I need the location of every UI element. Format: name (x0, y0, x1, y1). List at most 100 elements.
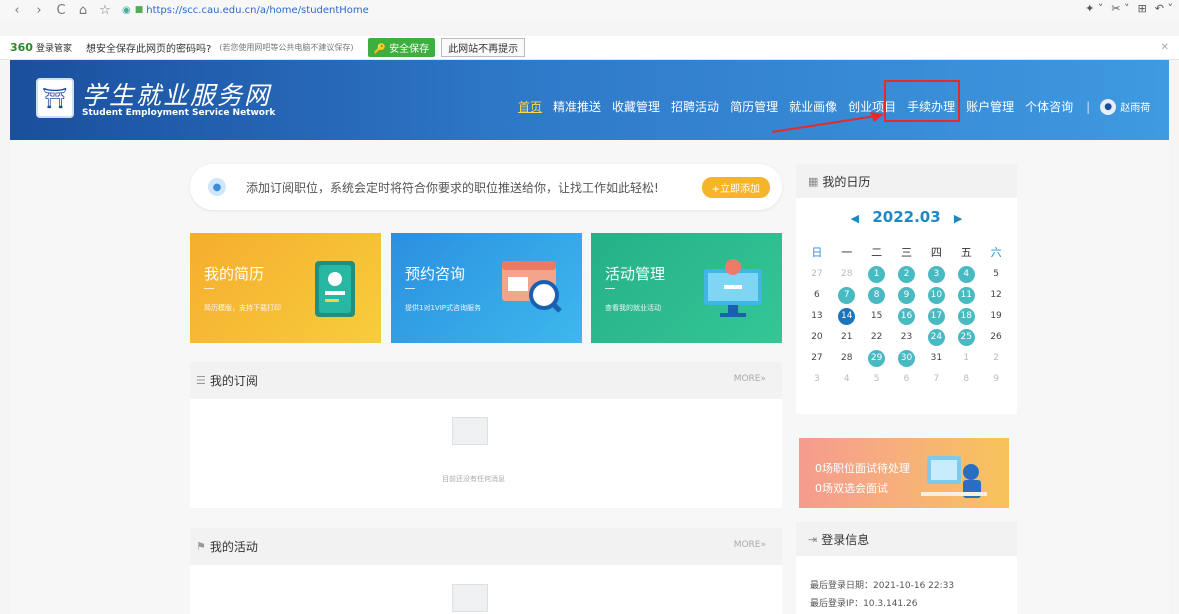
calendar-day[interactable]: 7 (832, 287, 862, 304)
calendar-day[interactable]: 21 (832, 329, 862, 346)
close-icon[interactable]: ✕ (1161, 42, 1169, 53)
calendar-day[interactable]: 2 (981, 350, 1011, 367)
home-icon[interactable]: ⌂ (72, 0, 94, 20)
menu-item-consult[interactable]: 个体咨询 (1025, 98, 1073, 115)
next-month-button[interactable]: ▶ (954, 212, 962, 225)
calendar-day[interactable]: 4 (832, 371, 862, 388)
calendar-day[interactable]: 24 (921, 329, 951, 346)
calendar-day[interactable]: 8 (951, 371, 981, 388)
calendar-day-number: 1 (963, 353, 970, 363)
menu-item-favorites[interactable]: 收藏管理 (612, 98, 660, 115)
weekday-label: 五 (960, 246, 972, 259)
calendar-day[interactable]: 26 (981, 329, 1011, 346)
safe-save-button[interactable]: 🔑 安全保存 (367, 38, 436, 57)
subscription-banner: ● 添加订阅职位，系统会定时将符合你要求的职位推送给你，让找工作如此轻松! +立… (190, 164, 782, 210)
calendar-day[interactable]: 5 (862, 371, 892, 388)
menu-item-precise-push[interactable]: 精准推送 (553, 98, 601, 115)
avatar[interactable]: ● (1100, 98, 1117, 115)
calendar-month-nav: ◀ 2022.03 ▶ (796, 208, 1017, 226)
calendar-day[interactable]: 30 (892, 350, 922, 367)
calendar-day[interactable]: 28 (832, 350, 862, 367)
calendar-day[interactable]: 3 (921, 266, 951, 283)
calendar-day[interactable]: 16 (892, 308, 922, 325)
calendar-day[interactable]: 13 (802, 308, 832, 325)
card-title: 我的简历 (204, 265, 265, 283)
more-link[interactable]: MORE» (734, 540, 766, 550)
calendar-day[interactable]: 29 (862, 350, 892, 367)
panel-header: ☰ 我的订阅 MORE» (190, 362, 782, 399)
calendar-day-number: 11 (957, 287, 975, 304)
university-emblem-icon: ⛩ (36, 78, 74, 118)
calendar-day-number: 8 (868, 287, 886, 304)
calendar-grid: 日一二三四五六 27 28 1 2 3 4 5 6 7 8 9 10 11 12 13 14 15 16 17 18 19… (802, 244, 1011, 388)
calendar-day[interactable]: 9 (892, 287, 922, 304)
location-pin-icon: ● (208, 178, 226, 196)
card-title: 预约咨询 (405, 265, 466, 283)
login-icon: ⇥ (808, 532, 818, 546)
card-divider (405, 288, 415, 289)
extension-icon[interactable]: ✦ ˅ (1085, 2, 1103, 15)
calendar-day[interactable]: 4 (951, 266, 981, 283)
calendar-header: ▦ 我的日历 (796, 164, 1017, 198)
calendar-day-number: 9 (897, 287, 915, 304)
undo-icon[interactable]: ↶ ˅ (1155, 2, 1173, 15)
consult-card[interactable]: 预约咨询 提供1对1VIP式咨询服务 (391, 233, 582, 343)
address-bar[interactable]: ◉ ■ https://scc.cau.edu.cn/a/home/studen… (122, 2, 1162, 18)
calendar-day[interactable]: 15 (862, 308, 892, 325)
activity-card[interactable]: 活动管理 查看我的就业活动 (591, 233, 782, 343)
calendar-day[interactable]: 27 (802, 350, 832, 367)
calendar-day-number: 18 (957, 308, 975, 325)
cut-icon[interactable]: ✂ ˅ (1111, 2, 1129, 15)
forward-button[interactable]: › (28, 0, 50, 20)
interview-line-2: 0场双选会面试 (815, 482, 888, 495)
more-link[interactable]: MORE» (734, 374, 766, 384)
calendar-day[interactable]: 10 (921, 287, 951, 304)
calendar-day[interactable]: 20 (802, 329, 832, 346)
calendar-day[interactable]: 2 (892, 266, 922, 283)
password-manager-label: 登录管家 (35, 44, 72, 54)
calendar-day[interactable]: 22 (862, 329, 892, 346)
calendar-day[interactable]: 31 (921, 350, 951, 367)
calendar-day[interactable]: 5 (981, 266, 1011, 283)
calendar-day[interactable]: 19 (981, 308, 1011, 325)
calendar-day[interactable]: 3 (802, 371, 832, 388)
grid-icon[interactable]: ⊞ (1138, 2, 1147, 15)
add-subscription-button[interactable]: +立即添加 (701, 177, 770, 198)
password-note: (若您使用网吧等公共电脑不建议保存) (219, 43, 354, 52)
interview-banner[interactable]: 0场职位面试待处理 0场双选会面试 (799, 438, 1009, 508)
back-button[interactable]: ‹ (6, 0, 28, 20)
calendar-day[interactable]: 8 (862, 287, 892, 304)
card-title: 活动管理 (605, 265, 666, 283)
user-name[interactable]: 赵雨荷 (1120, 99, 1150, 114)
lock-icon: ■ (134, 5, 144, 15)
calendar-day-number: 23 (900, 332, 913, 342)
calendar-day[interactable]: 1 (951, 350, 981, 367)
calendar-day[interactable]: 14 (832, 308, 862, 325)
calendar-day[interactable]: 11 (951, 287, 981, 304)
menu-item-home[interactable]: 首页 (518, 98, 542, 115)
calendar-day[interactable]: 18 (951, 308, 981, 325)
calendar-day[interactable]: 17 (921, 308, 951, 325)
calendar-day[interactable]: 6 (802, 287, 832, 304)
site-title: 学生就业服务网 (82, 81, 272, 110)
calendar-day[interactable]: 12 (981, 287, 1011, 304)
calendar-day[interactable]: 23 (892, 329, 922, 346)
prev-month-button[interactable]: ◀ (851, 212, 859, 225)
resume-card[interactable]: 我的简历 简历模版，支持下载打印 (190, 233, 381, 343)
calendar-day[interactable]: 6 (892, 371, 922, 388)
calendar-day[interactable]: 1 (862, 266, 892, 283)
star-icon[interactable]: ☆ (94, 0, 116, 20)
calendar-day[interactable]: 25 (951, 329, 981, 346)
never-remind-button[interactable]: 此网站不再提示 (441, 38, 526, 57)
last-login-ip: 最后登录IP：10.3.141.26 (810, 599, 918, 609)
calendar-day[interactable]: 28 (832, 266, 862, 283)
calendar-day-number: 8 (963, 374, 970, 384)
reload-button[interactable]: C (50, 0, 72, 20)
calendar-day-number: 5 (873, 374, 880, 384)
calendar-day-number: 22 (870, 332, 883, 342)
calendar-day[interactable]: 27 (802, 266, 832, 283)
menu-item-recruitment[interactable]: 招聘活动 (671, 98, 719, 115)
calendar-day[interactable]: 9 (981, 371, 1011, 388)
calendar-day[interactable]: 7 (921, 371, 951, 388)
menu-item-account[interactable]: 账户管理 (966, 98, 1014, 115)
